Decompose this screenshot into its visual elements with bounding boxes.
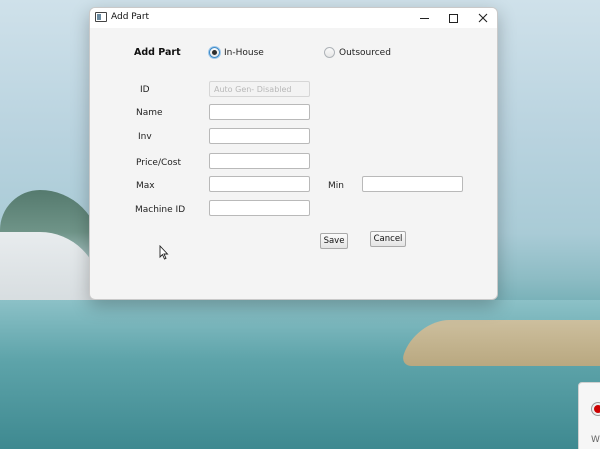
radio-selected-icon <box>209 47 220 58</box>
machine-id-field[interactable] <box>209 200 310 216</box>
maximize-icon <box>448 13 458 23</box>
radio-outsourced[interactable]: Outsourced <box>324 47 391 58</box>
cancel-button[interactable]: Cancel <box>370 231 406 247</box>
id-label: ID <box>140 85 150 95</box>
max-field[interactable] <box>209 176 310 192</box>
record-icon <box>592 403 600 415</box>
price-cost-field[interactable] <box>209 153 310 169</box>
title-bar[interactable]: Add Part <box>90 8 497 28</box>
form-content: Add Part In-House Outsourced ID Name Inv… <box>90 28 497 299</box>
price-cost-label: Price/Cost <box>136 158 181 168</box>
min-label: Min <box>328 181 344 191</box>
window-title: Add Part <box>111 12 150 22</box>
name-label: Name <box>136 108 163 118</box>
mouse-cursor-icon <box>159 245 169 260</box>
max-label: Max <box>136 181 155 191</box>
close-icon <box>478 13 488 23</box>
radio-outsourced-label: Outsourced <box>339 47 391 58</box>
app-icon <box>95 12 107 22</box>
save-button[interactable]: Save <box>320 233 348 249</box>
machine-id-label: Machine ID <box>135 205 186 215</box>
radio-in-house-label: In-House <box>224 47 264 58</box>
add-part-window: Add Part Add Part In-House Outsourced ID… <box>89 7 498 300</box>
min-field[interactable] <box>362 176 463 192</box>
minimize-icon <box>419 17 429 19</box>
maximize-button[interactable] <box>438 8 468 28</box>
inv-field[interactable] <box>209 128 310 144</box>
radio-in-house[interactable]: In-House <box>209 47 264 58</box>
wallpaper-reeds <box>400 320 600 366</box>
minimize-button[interactable] <box>409 8 439 28</box>
notification-letter: W <box>591 435 600 445</box>
close-button[interactable] <box>468 8 497 28</box>
notification-card[interactable]: W <box>578 382 600 449</box>
form-heading: Add Part <box>134 47 181 58</box>
inv-label: Inv <box>138 132 152 142</box>
name-field[interactable] <box>209 104 310 120</box>
id-field <box>209 81 310 97</box>
radio-unselected-icon <box>324 47 335 58</box>
